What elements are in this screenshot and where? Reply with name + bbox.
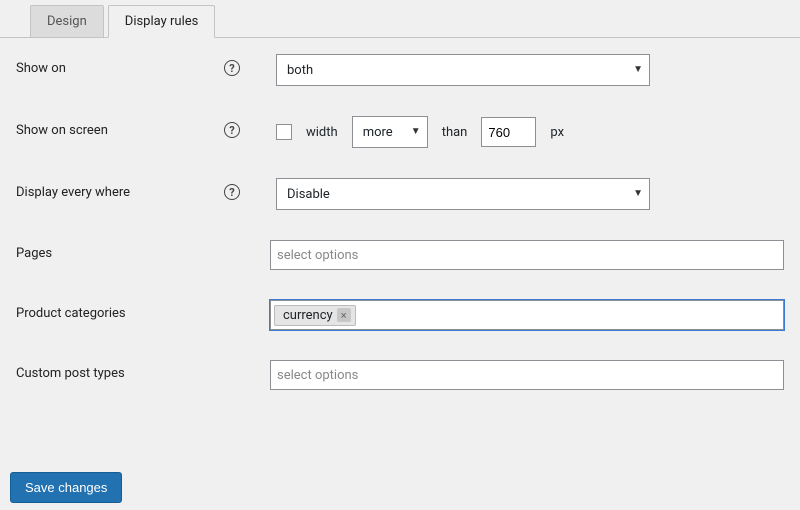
label-show-on: Show on (16, 61, 66, 76)
row-show-on: Show on ? both ▼ (16, 54, 784, 86)
row-show-on-screen: Show on screen ? width more ▼ than px (16, 116, 784, 148)
select-display-everywhere-value: Disable (287, 187, 330, 202)
label-product-categories: Product categories (16, 306, 126, 321)
tab-bar: Design Display rules (0, 0, 800, 38)
label-px: px (550, 125, 564, 140)
close-icon[interactable]: × (337, 308, 351, 322)
tag-currency: currency × (274, 305, 356, 326)
select-comparator[interactable]: more ▼ (352, 116, 428, 148)
row-display-everywhere: Display every where ? Disable ▼ (16, 178, 784, 210)
label-pages: Pages (16, 246, 52, 261)
select-show-on[interactable]: both ▼ (276, 54, 650, 86)
label-show-on-screen: Show on screen (16, 123, 108, 138)
help-icon[interactable]: ? (224, 60, 240, 76)
select-display-everywhere[interactable]: Disable ▼ (276, 178, 650, 210)
tab-design[interactable]: Design (30, 5, 104, 37)
label-width: width (306, 125, 338, 140)
select-pages[interactable]: select options (270, 240, 784, 270)
help-icon[interactable]: ? (224, 184, 240, 200)
label-than: than (442, 125, 468, 140)
select-show-on-value: both (287, 63, 313, 78)
chevron-down-icon: ▼ (633, 54, 643, 86)
select-custom-post-types-placeholder: select options (277, 368, 358, 383)
select-comparator-value: more (363, 125, 393, 140)
chevron-down-icon: ▼ (411, 116, 421, 148)
checkbox-width[interactable] (276, 124, 292, 140)
input-width-value[interactable] (481, 117, 536, 147)
chevron-down-icon: ▼ (633, 178, 643, 210)
save-button[interactable]: Save changes (10, 472, 122, 503)
tab-display-rules[interactable]: Display rules (108, 5, 216, 38)
row-custom-post-types: Custom post types select options (16, 360, 784, 390)
select-pages-placeholder: select options (277, 248, 358, 263)
label-display-everywhere: Display every where (16, 185, 130, 200)
select-custom-post-types[interactable]: select options (270, 360, 784, 390)
row-product-categories: Product categories currency × (16, 300, 784, 330)
select-product-categories[interactable]: currency × (270, 300, 784, 330)
row-pages: Pages select options (16, 240, 784, 270)
tag-currency-label: currency (283, 308, 333, 323)
help-icon[interactable]: ? (224, 122, 240, 138)
label-custom-post-types: Custom post types (16, 366, 125, 381)
